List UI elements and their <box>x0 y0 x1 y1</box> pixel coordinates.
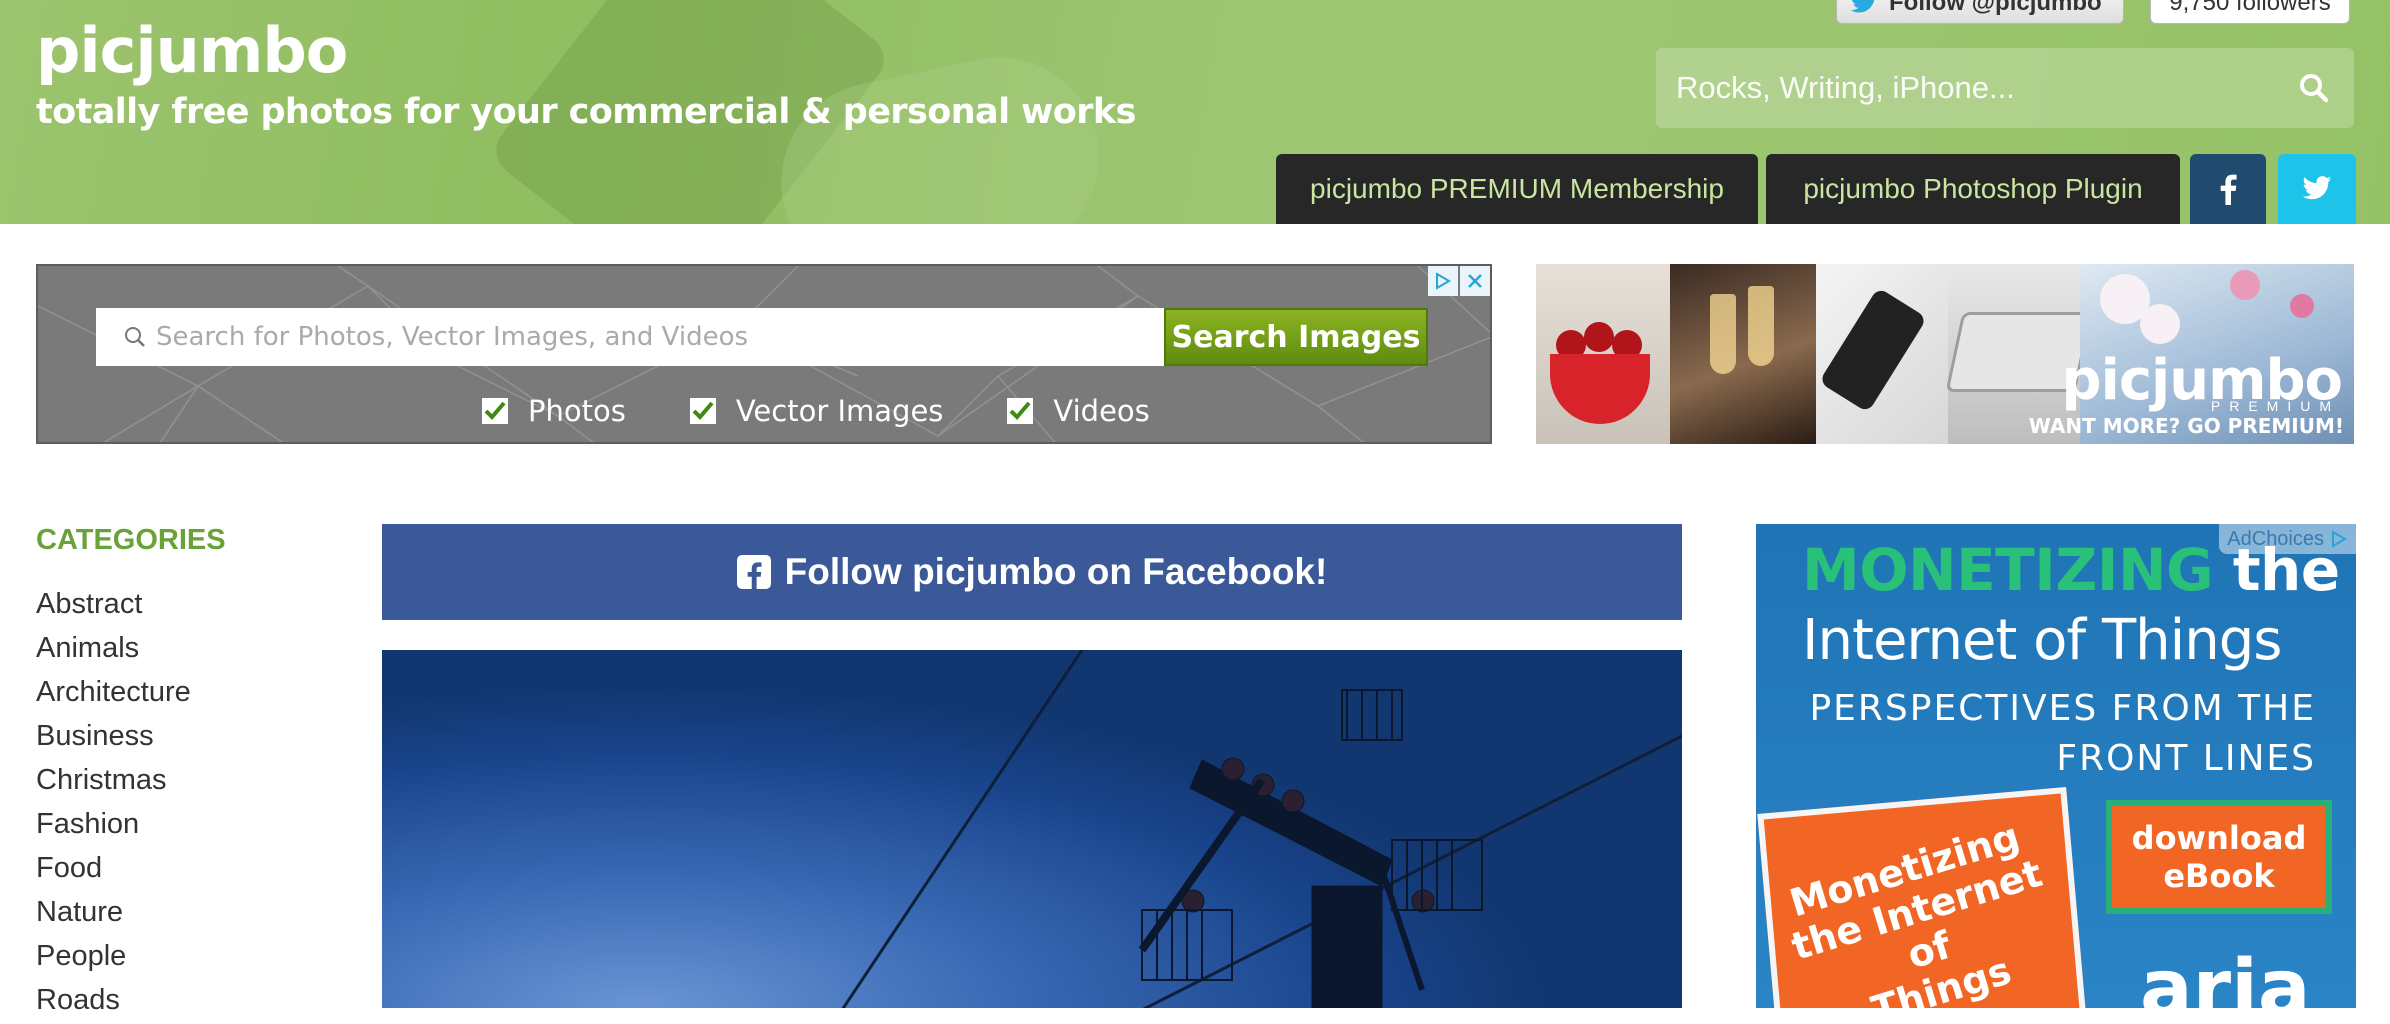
category-animals[interactable]: Animals <box>36 628 191 672</box>
search-icon <box>2300 74 2329 103</box>
ski-lift-illustration <box>841 650 1682 1008</box>
ad-subheadline: PERSPECTIVES FROM THE FRONT LINES <box>1809 688 2316 779</box>
twitter-icon <box>2302 176 2332 200</box>
iphone-photo <box>1816 264 1948 444</box>
featured-photo-ski-lift[interactable] <box>382 650 1682 1008</box>
premium-promo-banner[interactable]: picjumbo PREMIUM WANT MORE? GO PREMIUM! <box>1536 264 2354 444</box>
categories-list: Abstract Animals Architecture Business C… <box>36 584 191 1024</box>
nav-photoshop-plugin[interactable]: picjumbo Photoshop Plugin <box>1766 154 2180 224</box>
nav-twitter-button[interactable] <box>2278 154 2356 224</box>
ad-headline-line2: Internet of Things <box>1802 608 2282 673</box>
ad-search-images-button[interactable]: Search Images <box>1164 308 1428 366</box>
option-videos[interactable]: Videos <box>1007 394 1150 428</box>
twitter-follower-count: 9,750 followers <box>2150 0 2350 24</box>
download-ebook-button[interactable]: download eBook <box>2106 800 2332 914</box>
category-nature[interactable]: Nature <box>36 892 191 936</box>
ad-headline-rest: the <box>2213 536 2340 604</box>
ad-headline-highlight: MONETIZING <box>1802 536 2214 604</box>
checkbox-checked-icon[interactable] <box>482 398 508 424</box>
premium-cta: WANT MORE? GO PREMIUM! <box>2028 414 2344 438</box>
category-christmas[interactable]: Christmas <box>36 760 191 804</box>
ad-search-box <box>96 308 1166 366</box>
ad-book-cover: Monetizing the Internet of Things <box>1756 786 2090 1008</box>
option-photos[interactable]: Photos <box>482 394 626 428</box>
champagne-photo <box>1670 264 1816 444</box>
book-title: Monetizing the Internet of Things <box>1756 806 2090 1008</box>
category-abstract[interactable]: Abstract <box>36 584 191 628</box>
categories-heading: CATEGORIES <box>36 524 226 556</box>
sidebar-ad-iot-ebook[interactable]: AdChoices MONETIZING the Internet of Thi… <box>1756 524 2356 1008</box>
option-vector-images[interactable]: Vector Images <box>689 394 944 428</box>
strawberry-photo <box>1536 264 1670 444</box>
option-label: Videos <box>1053 394 1150 428</box>
ad-search-input[interactable] <box>146 308 1166 366</box>
site-header: picjumbo totally free photos for your co… <box>0 0 2390 224</box>
nav-facebook-button[interactable] <box>2190 154 2266 224</box>
twitter-follow-label: Follow @picjumbo <box>1889 0 2102 16</box>
option-label: Vector Images <box>735 394 944 428</box>
category-fashion[interactable]: Fashion <box>36 804 191 848</box>
facebook-square-icon <box>736 555 771 589</box>
ad-headline: MONETIZING the <box>1802 536 2340 604</box>
adchoices-icon[interactable] <box>1428 266 1458 296</box>
site-tagline: totally free photos for your commercial … <box>36 92 1136 132</box>
twitter-follow-button[interactable]: Follow @picjumbo <box>1836 0 2124 24</box>
checkbox-checked-icon[interactable] <box>1007 398 1034 424</box>
ad-search-icon <box>96 326 146 348</box>
header-search-input[interactable] <box>1656 48 2274 128</box>
ad-search-banner: Search Images Photos Vector Images Video… <box>36 264 1492 444</box>
facebook-banner-label: Follow picjumbo on Facebook! <box>784 551 1328 592</box>
category-roads[interactable]: Roads <box>36 980 191 1024</box>
twitter-bird-icon <box>1850 0 1875 13</box>
category-people[interactable]: People <box>36 936 191 980</box>
header-search-button[interactable] <box>2274 48 2354 128</box>
aria-logo: aria <box>2140 944 2311 1008</box>
site-logo[interactable]: picjumbo <box>36 14 348 87</box>
header-search-box <box>1656 48 2354 128</box>
ad-close-icon[interactable] <box>1460 266 1490 296</box>
category-food[interactable]: Food <box>36 848 191 892</box>
checkbox-checked-icon[interactable] <box>689 398 716 424</box>
category-business[interactable]: Business <box>36 716 191 760</box>
ad-corner-controls <box>1428 266 1490 296</box>
facebook-follow-banner[interactable]: Follow picjumbo on Facebook! <box>382 524 1682 620</box>
ad-search-options: Photos Vector Images Videos <box>38 394 1490 428</box>
facebook-icon <box>2220 174 2237 205</box>
option-label: Photos <box>528 394 626 428</box>
category-architecture[interactable]: Architecture <box>36 672 191 716</box>
nav-premium-membership[interactable]: picjumbo PREMIUM Membership <box>1276 154 1758 224</box>
premium-sublabel: PREMIUM <box>2210 398 2340 414</box>
